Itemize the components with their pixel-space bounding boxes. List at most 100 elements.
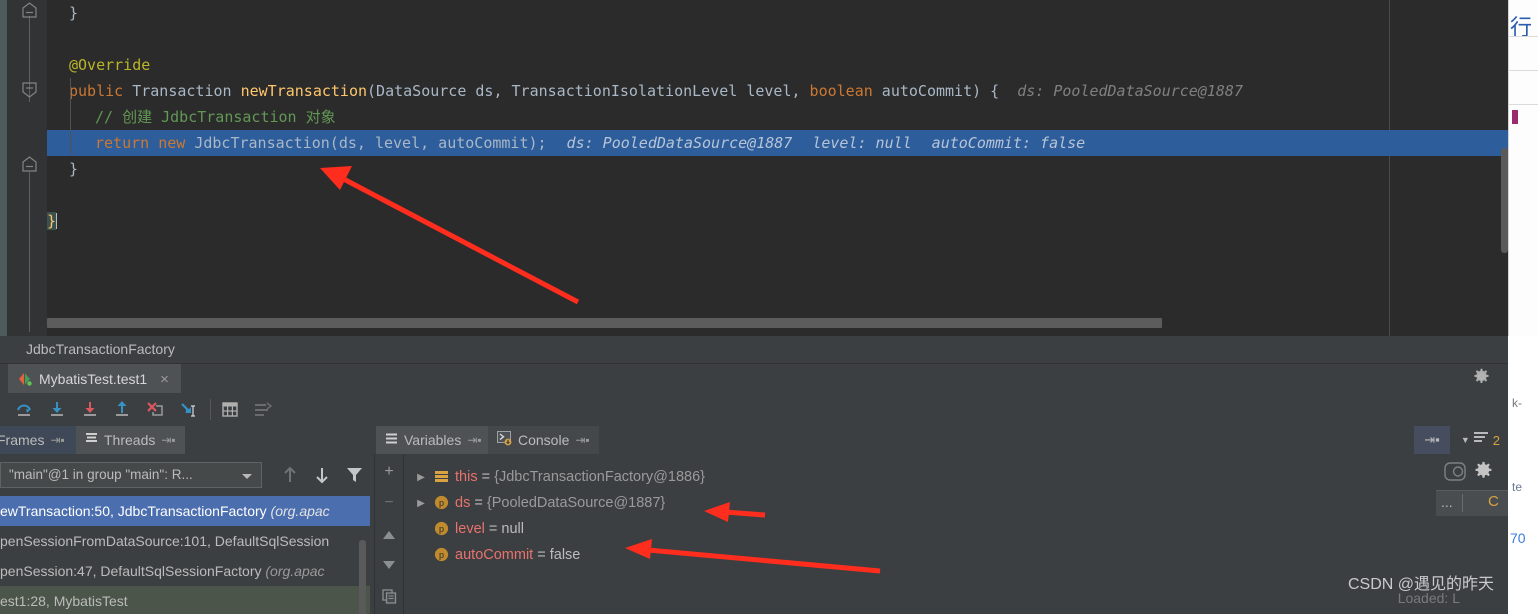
variable-row[interactable]: p level = null [412, 516, 1438, 542]
background-window-glyph: 行 [1510, 16, 1533, 41]
editor-text-area[interactable]: } @Override public Transaction newTransa… [47, 0, 1538, 336]
copy-icon[interactable] [378, 586, 400, 608]
svg-text:p: p [439, 498, 444, 508]
editor-vscroll-thumb[interactable] [1501, 148, 1508, 253]
add-icon[interactable]: + [378, 461, 400, 483]
filter-icon[interactable] [346, 466, 363, 489]
chevron-down-icon[interactable]: ▼ [1461, 435, 1470, 445]
tab-variables[interactable]: Variables ⇥▪ [376, 426, 491, 454]
console-label: Console [518, 432, 570, 448]
watches-icon[interactable] [1444, 461, 1470, 488]
code-editor[interactable]: } @Override public Transaction newTransa… [0, 0, 1538, 336]
drop-frame-icon[interactable] [145, 400, 167, 420]
threads-label: Threads [104, 432, 156, 448]
chevron-down-icon[interactable] [242, 474, 252, 479]
frames-up-arrow-icon[interactable] [282, 466, 298, 489]
inline-hint-ds-2: ds: PooledDataSource@1887 [566, 134, 793, 152]
frames-vertical-scrollbar[interactable] [359, 540, 366, 614]
tab-threads[interactable]: Threads ⇥▪ [76, 426, 185, 454]
frame-method: penSession:47, DefaultSqlSessionFactory [0, 563, 262, 579]
fold-expand-icon[interactable] [21, 81, 38, 98]
pin-icon[interactable]: ⇥▪ [575, 433, 589, 447]
parameter-icon: p [434, 493, 449, 510]
editor-horizontal-scrollbar[interactable] [47, 318, 1337, 328]
frame-package: (org.apac [270, 503, 330, 519]
background-window-top [1508, 0, 1538, 336]
pin-icon[interactable]: ⇥▪ [50, 433, 64, 447]
frames-side-buttons: + − [374, 454, 402, 614]
frames-down-arrow-icon[interactable] [314, 466, 330, 489]
editor-gutter[interactable] [7, 0, 47, 336]
show-execution-point-icon[interactable] [252, 400, 274, 420]
more-options-popup[interactable]: ... C [1436, 490, 1508, 516]
evaluate-expression-icon[interactable] [220, 400, 242, 420]
step-into-icon[interactable] [47, 400, 69, 420]
editor-hscroll-thumb[interactable] [47, 318, 1162, 328]
up-icon[interactable] [378, 524, 400, 546]
close-icon[interactable]: × [160, 371, 169, 388]
variable-row[interactable]: p autoCommit = false [412, 542, 1438, 568]
expand-arrow-icon[interactable]: ▶ [412, 491, 430, 517]
code-text: } [69, 160, 79, 178]
svg-text:p: p [439, 524, 444, 534]
signature-part-a: (DataSource ds, TransactionIsolationLeve… [367, 82, 810, 100]
down-icon[interactable] [378, 554, 400, 576]
frame-list-item[interactable]: penSessionFromDataSource:101, DefaultSql… [0, 526, 370, 556]
frame-method: penSessionFromDataSource:101, DefaultSql… [0, 533, 330, 549]
console-partial-label: C [1488, 493, 1499, 510]
variable-value: {PooledDataSource@1887} [486, 495, 666, 511]
breadcrumb[interactable]: JdbcTransactionFactory [0, 336, 1538, 363]
fold-collapse-icon-2[interactable] [21, 156, 38, 173]
frames-list[interactable]: ewTransaction:50, JdbcTransactionFactory… [0, 496, 370, 614]
jump-to-source-icon[interactable]: ⇥▪ [1414, 426, 1450, 454]
variables-panel[interactable]: ▶ this = {JdbcTransactionFactory@1886} ▶… [403, 454, 1438, 614]
method-name: newTransaction [240, 82, 368, 100]
variables-icon [385, 432, 398, 448]
code-line: @Override [47, 52, 1538, 78]
settings-icon[interactable] [1474, 461, 1493, 485]
inline-hint-autocommit: autoCommit: false [931, 134, 1086, 152]
force-step-into-icon[interactable] [80, 400, 102, 420]
sort-count-badge: 2 [1492, 432, 1500, 448]
type-transaction: Transaction [123, 82, 241, 100]
fold-line-2 [29, 172, 30, 332]
toolbar-separator [210, 399, 211, 420]
frame-list-item[interactable]: penSession:47, DefaultSqlSessionFactory … [0, 556, 370, 586]
svg-text:p: p [439, 550, 444, 560]
fold-collapse-icon-1[interactable] [21, 2, 38, 19]
debug-tab-label: MybatisTest.test1 [39, 371, 148, 387]
bg-divider-3 [1508, 104, 1538, 105]
debug-tool-window-tabs: MybatisTest.test1 × — [0, 363, 1538, 394]
keyword-return: return [95, 134, 150, 152]
gear-icon[interactable] [1473, 368, 1490, 390]
sort-values-control[interactable]: ▼ 2 [1461, 426, 1500, 454]
text-caret [56, 213, 58, 229]
run-to-cursor-icon[interactable] [178, 400, 200, 420]
more-icon[interactable]: ... [1441, 494, 1453, 510]
variable-row[interactable]: ▶ this = {JdbcTransactionFactory@1886} [412, 464, 1438, 490]
step-over-icon[interactable] [14, 400, 36, 420]
remove-icon[interactable]: − [378, 492, 400, 514]
variable-equals: = [484, 521, 502, 537]
frame-list-item[interactable]: ewTransaction:50, JdbcTransactionFactory… [0, 496, 370, 526]
code-line: } [47, 156, 1538, 182]
variable-name: level [455, 521, 485, 537]
variable-name: autoCommit [455, 547, 534, 563]
parameter-icon: p [434, 519, 449, 536]
pin-icon[interactable]: ⇥▪ [467, 433, 481, 447]
debug-session-tab[interactable]: MybatisTest.test1 × [8, 364, 181, 394]
tab-console[interactable]: Console ⇥▪ [488, 426, 599, 454]
variable-equals: = [477, 469, 495, 485]
variable-row[interactable]: ▶ p ds = {PooledDataSource@1887} [412, 490, 1438, 516]
signature-part-b: autoCommit) { [872, 82, 1000, 100]
object-icon [434, 467, 449, 482]
thread-selector-combo[interactable]: "main"@1 in group "main": R... [0, 462, 262, 488]
keyword-public: public [69, 82, 124, 100]
frame-list-item[interactable]: est1:28, MybatisTest [0, 586, 370, 614]
pin-icon[interactable]: ⇥▪ [161, 433, 175, 447]
step-out-icon[interactable] [112, 400, 134, 420]
expand-arrow-icon[interactable]: ▶ [412, 465, 430, 491]
indent-guide [70, 78, 71, 156]
tab-frames[interactable]: Frames ⇥▪ [0, 426, 78, 454]
